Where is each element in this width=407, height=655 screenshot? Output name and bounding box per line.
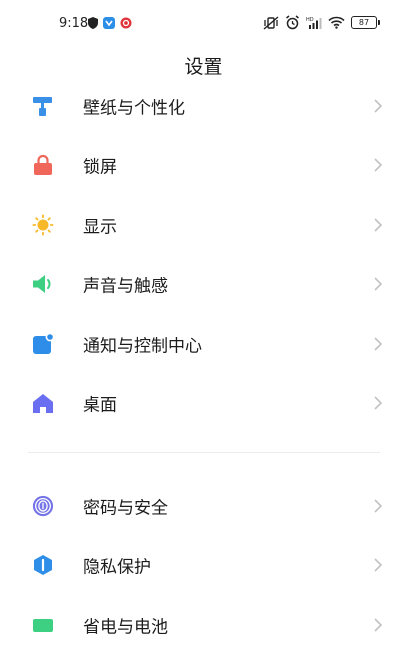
settings-group-1: 壁纸与个性化 锁屏 显示 声音与触感 通知与控制中心 桌面 bbox=[0, 76, 407, 433]
settings-item-label: 锁屏 bbox=[83, 157, 117, 178]
status-bar: 9:18 HD 87 bbox=[0, 0, 407, 46]
settings-item-battery[interactable]: 省电与电池 bbox=[0, 595, 407, 655]
settings-item-privacy[interactable]: 隐私保护 bbox=[0, 536, 407, 596]
fingerprint-icon bbox=[32, 495, 54, 517]
battery-icon bbox=[32, 614, 54, 636]
settings-item-label: 壁纸与个性化 bbox=[83, 98, 185, 119]
settings-item-label: 显示 bbox=[83, 217, 117, 238]
battery-indicator: 87 bbox=[351, 16, 380, 29]
status-time: 9:18 bbox=[59, 16, 89, 31]
chevron-right-icon bbox=[374, 558, 383, 572]
settings-item-label: 通知与控制中心 bbox=[83, 336, 202, 357]
settings-item-label: 声音与触感 bbox=[83, 276, 168, 297]
shield-status-icon bbox=[88, 17, 98, 29]
settings-item-desktop[interactable]: 桌面 bbox=[0, 374, 407, 434]
speaker-icon bbox=[32, 273, 54, 295]
app-notification-icon bbox=[103, 17, 115, 29]
chevron-right-icon bbox=[374, 618, 383, 632]
paint-roller-icon bbox=[32, 95, 54, 117]
signal-icon: HD bbox=[306, 17, 322, 29]
battery-level: 87 bbox=[358, 18, 370, 27]
sun-icon bbox=[32, 214, 54, 236]
notification-icon bbox=[32, 332, 54, 355]
chevron-right-icon bbox=[374, 158, 383, 172]
home-icon bbox=[32, 392, 54, 414]
settings-item-notifications[interactable]: 通知与控制中心 bbox=[0, 314, 407, 374]
section-divider bbox=[28, 452, 380, 453]
chevron-right-icon bbox=[374, 99, 383, 113]
settings-item-password-security[interactable]: 密码与安全 bbox=[0, 476, 407, 536]
chevron-right-icon bbox=[374, 218, 383, 232]
chevron-right-icon bbox=[374, 396, 383, 410]
settings-item-lockscreen[interactable]: 锁屏 bbox=[0, 136, 407, 196]
vibrate-off-icon bbox=[263, 15, 279, 30]
settings-item-label: 密码与安全 bbox=[83, 498, 168, 519]
settings-item-label: 桌面 bbox=[83, 395, 117, 416]
app-notification-icon-2 bbox=[120, 17, 132, 29]
chevron-right-icon bbox=[374, 337, 383, 351]
settings-item-label: 隐私保护 bbox=[83, 557, 151, 578]
alarm-icon bbox=[286, 15, 299, 30]
settings-item-wallpaper[interactable]: 壁纸与个性化 bbox=[0, 76, 407, 136]
chevron-right-icon bbox=[374, 277, 383, 291]
lock-icon bbox=[32, 154, 54, 176]
chevron-right-icon bbox=[374, 499, 383, 513]
page-title: 设置 bbox=[184, 56, 223, 78]
wifi-icon bbox=[328, 16, 345, 29]
svg-text:HD: HD bbox=[306, 17, 314, 23]
settings-item-label: 省电与电池 bbox=[83, 617, 168, 638]
settings-item-display[interactable]: 显示 bbox=[0, 195, 407, 255]
privacy-shield-icon bbox=[32, 554, 54, 576]
settings-item-sound[interactable]: 声音与触感 bbox=[0, 255, 407, 315]
